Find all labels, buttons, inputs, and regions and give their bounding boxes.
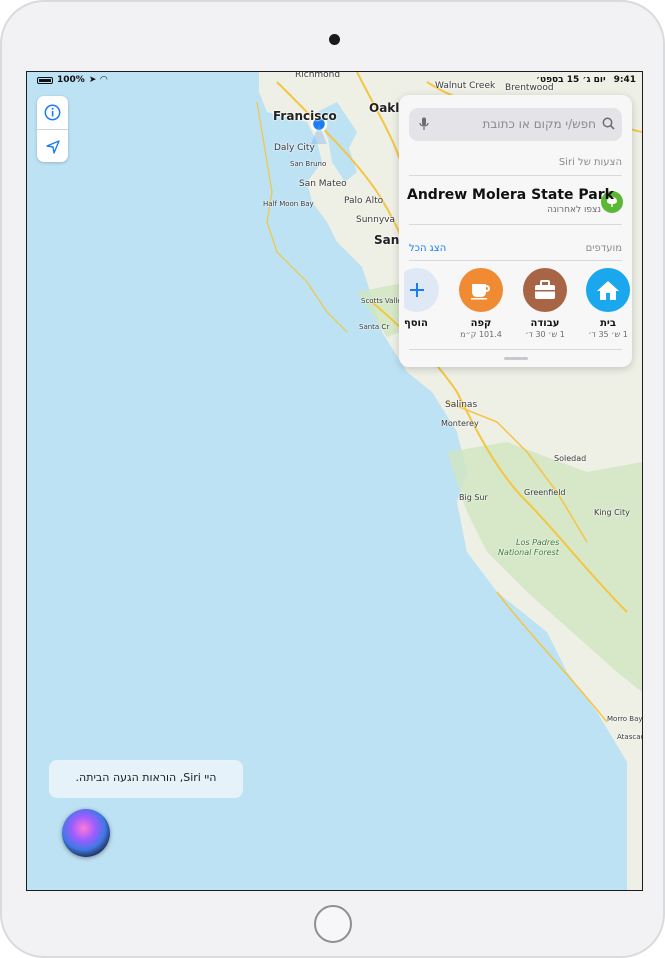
map-label: Santa Cr [359,323,390,331]
map-label: Palo Alto [344,196,384,206]
favorites-header: מועדפים [585,243,622,254]
map-label: Daly City [274,143,315,153]
favorite-name: בית [600,318,616,329]
map-label: Atascadero [617,733,642,741]
search-field[interactable]: חפש/י מקום או כתובת [409,108,622,141]
map-label: Big Sur [459,493,488,502]
home-button[interactable] [314,905,352,943]
suggestion-title: Andrew Molera State Park [407,187,614,203]
favorite-add[interactable]: הוסף [404,268,448,329]
map-controls [37,96,68,162]
ipad-frame: Richmond Walnut Creek Brentwood Oakla Fr… [0,0,665,958]
favorite-detail: 1 ש׳ 30 ד׳ [525,330,565,339]
coffee-icon [459,268,503,312]
panel-grabber[interactable] [504,357,528,360]
map-label: San Mateo [299,179,347,189]
map-label: National Forest [498,548,559,557]
home-icon [586,268,630,312]
battery-icon [37,76,53,84]
favorite-name: הוסף [404,318,428,329]
siri-request-bubble: היי Siri, הוראות הגעה הביתה. [49,760,243,798]
plus-icon [404,268,439,312]
map-label: Morro Bay [607,715,643,723]
favorite-name: עבודה [530,318,560,329]
search-icon [602,117,615,130]
microphone-icon[interactable] [419,117,429,131]
siri-suggestions-header: הצעות של Siri [558,157,622,168]
map-label: Salinas [445,400,478,410]
screen: Richmond Walnut Creek Brentwood Oakla Fr… [26,71,643,891]
search-panel: חפש/י מקום או כתובת הצעות של Siri Andrew… [399,95,632,367]
map-label: San Bruno [290,160,327,168]
suggestion-subtitle: נצפו לאחרונה [547,205,601,215]
map-label: Monterey [441,419,479,428]
search-placeholder: חפש/י מקום או כתובת [482,117,596,131]
status-bar: 100% ➤ ◠ 9:41 יום ג׳ 15 בספט׳ [27,72,642,88]
map-label: Half Moon Bay [263,200,314,208]
map-label: Soledad [554,454,587,463]
favorite-work[interactable]: עבודה 1 ש׳ 30 ד׳ [515,268,575,339]
battery-percent: 100% [57,75,85,85]
siri-icon[interactable] [62,809,110,857]
map-label: San [374,233,400,247]
favorite-name: קפה [470,318,492,329]
favorite-detail: 1 ש׳ 35 ד׳ [588,330,628,339]
map-label: Scotts Valle [361,297,402,305]
siri-utterance: היי Siri, הוראות הגעה הביתה. [75,771,217,784]
info-button[interactable] [37,96,68,129]
favorite-home[interactable]: בית 1 ש׳ 35 ד׳ [578,268,638,339]
map-label: King City [594,508,630,517]
info-icon [44,104,61,121]
favorite-coffee[interactable]: קפה 101.4 ק״מ [451,268,511,339]
status-date: יום ג׳ 15 בספט׳ [536,75,606,85]
map-label: Los Padres [516,538,560,547]
see-all-link[interactable]: הצג הכל [409,243,446,254]
status-time: 9:41 [613,75,636,85]
current-location-button[interactable] [37,130,68,163]
wifi-icon: ◠ [100,75,108,85]
map-label: Francisco [273,109,337,123]
map-label: Greenfield [524,488,566,497]
briefcase-icon [523,268,567,312]
front-camera [329,34,340,45]
location-arrow-icon: ➤ [88,75,97,85]
location-arrow-icon [45,139,60,154]
map-label: Sunnyva [356,215,395,225]
favorite-detail: 101.4 ק״מ [460,330,502,339]
